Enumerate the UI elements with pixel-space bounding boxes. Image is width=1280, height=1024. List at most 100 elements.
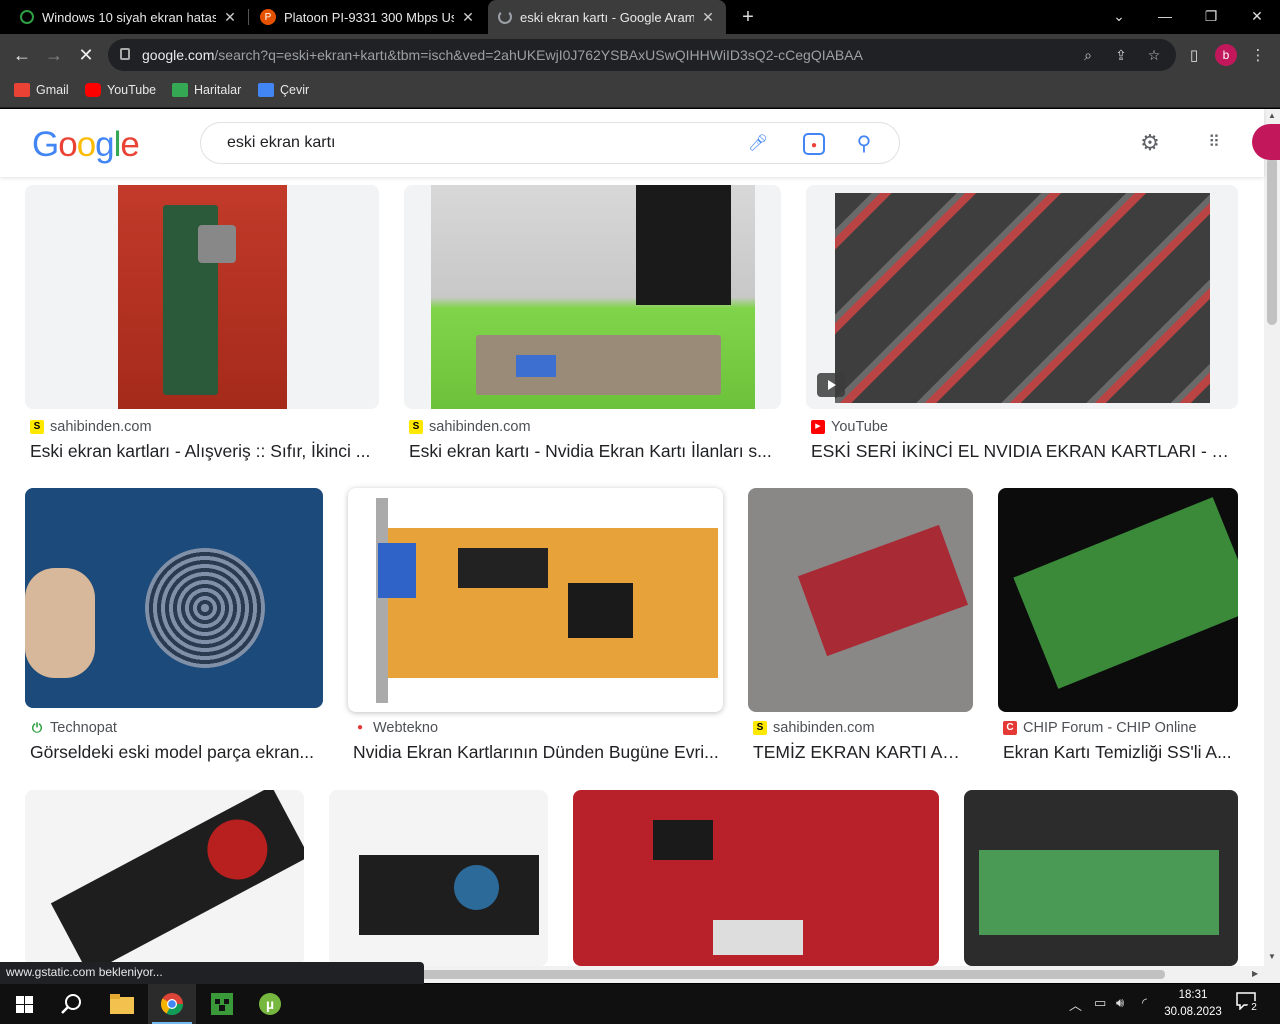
- close-tab-icon[interactable]: ✕: [460, 9, 476, 26]
- utorrent-icon[interactable]: µ: [246, 984, 294, 1024]
- result-thumbnail[interactable]: [964, 790, 1238, 966]
- close-window-button[interactable]: ✕: [1234, 0, 1280, 34]
- notifications-icon[interactable]: 2: [1236, 992, 1261, 1016]
- result-title[interactable]: Görseldeki eski model parça ekran...: [30, 742, 320, 763]
- sahibinden-icon: S: [30, 420, 44, 434]
- taskbar-clock[interactable]: 18:31 30.08.2023: [1160, 987, 1226, 1021]
- label-sticker: [713, 920, 803, 955]
- result-title[interactable]: Eski ekran kartları - Alışveriş :: Sıfır…: [30, 441, 375, 462]
- bookmark-label: Çevir: [280, 83, 310, 97]
- result-card[interactable]: [329, 790, 548, 966]
- result-thumbnail[interactable]: [329, 790, 548, 966]
- scrollbar-thumb[interactable]: [400, 970, 1165, 979]
- search-input[interactable]: eski ekran kartı: [227, 134, 335, 152]
- bookmark-star-icon[interactable]: ☆: [1144, 45, 1164, 65]
- menu-kebab-icon[interactable]: ⋮: [1248, 46, 1268, 66]
- graphics-card-photo: [118, 185, 287, 409]
- result-card[interactable]: [25, 790, 304, 966]
- result-title[interactable]: Nvidia Ekran Kartlarının Dünden Bugüne E…: [353, 742, 721, 763]
- result-title[interactable]: TEMİZ EKRAN KARTI AM...: [753, 742, 971, 763]
- result-title[interactable]: Ekran Kartı Temizliği SS'li A...: [1003, 742, 1235, 763]
- result-title[interactable]: ESKİ SERİ İKİNCİ EL NVIDIA EKRAN KARTLAR…: [811, 441, 1231, 462]
- result-card[interactable]: [964, 790, 1238, 966]
- zoom-icon[interactable]: ⌕: [1078, 45, 1098, 65]
- search-box[interactable]: eski ekran kartı 🎤︎ ● ⚲: [200, 122, 900, 164]
- lock-icon[interactable]: [120, 48, 130, 60]
- graphics-card-photo: [431, 185, 755, 409]
- forward-arrow-icon[interactable]: →: [40, 41, 68, 69]
- microphone-icon[interactable]: 🎤︎: [747, 133, 769, 155]
- logo-letter: G: [32, 125, 59, 164]
- bookmark-youtube[interactable]: YouTube: [85, 83, 156, 97]
- tab-search-dropdown-icon[interactable]: ⌄: [1096, 0, 1142, 34]
- bookmark-gmail[interactable]: Gmail: [14, 83, 69, 97]
- result-card[interactable]: C CHIP Forum - CHIP Online Ekran Kartı Te…: [998, 488, 1238, 778]
- bookmark-translate[interactable]: Çevir: [258, 83, 309, 97]
- notification-count: 2: [1247, 1001, 1261, 1015]
- result-thumbnail[interactable]: [348, 488, 723, 712]
- google-images-page: Google eski ekran kartı 🎤︎ ● ⚲ ⚙ ⠿ Ssahi…: [0, 109, 1280, 966]
- scroll-up-icon[interactable]: ▲: [1268, 111, 1276, 120]
- scrollbar-thumb[interactable]: [1267, 157, 1277, 325]
- volume-icon[interactable]: 🔊︎: [1116, 995, 1124, 1011]
- browser-toolbar: ← → ✕ google.com/search?q=eski+ekran+kar…: [0, 34, 1280, 76]
- result-card[interactable]: Ssahibinden.com TEMİZ EKRAN KARTI AM...: [748, 488, 973, 778]
- windows-start-icon[interactable]: [0, 984, 48, 1024]
- result-card[interactable]: Ssahibinden.com Eski ekran kartları - Al…: [25, 185, 379, 475]
- result-card[interactable]: ● Webtekno Nvidia Ekran Kartlarının Dünde…: [348, 488, 723, 778]
- battery-icon[interactable]: ▭: [1094, 995, 1106, 1011]
- file-explorer-icon[interactable]: [98, 984, 146, 1024]
- tab-platoon[interactable]: P Platoon PI-9331 300 Mbps Usb W ✕: [250, 0, 486, 34]
- settings-gear-icon[interactable]: ⚙: [1136, 129, 1164, 157]
- vertical-scrollbar[interactable]: ▲ ▼: [1264, 109, 1280, 966]
- network-icon[interactable]: ◜: [1142, 995, 1147, 1011]
- graphics-card-photo: [388, 528, 718, 678]
- technopat-power-icon: ⏻: [31, 720, 43, 735]
- result-thumbnail[interactable]: [573, 790, 939, 966]
- result-card[interactable]: ⏻ Technopat Görseldeki eski model parça e…: [25, 488, 323, 778]
- close-tab-icon[interactable]: ✕: [700, 9, 716, 26]
- bookmark-label: Gmail: [36, 83, 69, 97]
- side-panel-icon[interactable]: ▯: [1184, 46, 1204, 66]
- profile-avatar[interactable]: b: [1215, 44, 1237, 66]
- account-avatar[interactable]: [1252, 124, 1280, 160]
- result-title[interactable]: Eski ekran kartı - Nvidia Ekran Kartı İl…: [409, 441, 777, 462]
- result-thumbnail[interactable]: [404, 185, 781, 409]
- result-thumbnail[interactable]: [25, 488, 323, 708]
- tab-separator: [248, 9, 249, 25]
- restore-button[interactable]: ❐: [1188, 0, 1234, 34]
- address-bar[interactable]: google.com/search?q=eski+ekran+kartı&tbm…: [108, 39, 1176, 71]
- result-thumbnail[interactable]: [25, 185, 379, 409]
- result-thumbnail[interactable]: [748, 488, 973, 712]
- scroll-right-icon[interactable]: ▶: [1252, 969, 1258, 978]
- result-thumbnail[interactable]: [25, 790, 304, 966]
- google-header: Google eski ekran kartı 🎤︎ ● ⚲ ⚙ ⠿: [0, 109, 1280, 177]
- search-icon[interactable]: ⚲: [853, 133, 875, 155]
- stop-loading-icon[interactable]: ✕: [72, 41, 100, 69]
- lens-camera-icon[interactable]: ●: [803, 133, 825, 155]
- tab-google-search[interactable]: eski ekran kartı - Google Arama ✕: [488, 0, 726, 34]
- result-card[interactable]: ▶ YouTube ESKİ SERİ İKİNCİ EL NVIDIA EKRA…: [806, 185, 1238, 475]
- google-logo[interactable]: Google: [32, 125, 140, 165]
- minimize-button[interactable]: —: [1142, 0, 1188, 34]
- scroll-down-icon[interactable]: ▼: [1268, 952, 1276, 961]
- result-source: ⏻ Technopat: [31, 720, 117, 736]
- back-arrow-icon[interactable]: ←: [8, 41, 36, 69]
- result-card[interactable]: [573, 790, 939, 966]
- close-tab-icon[interactable]: ✕: [222, 9, 238, 26]
- result-thumbnail[interactable]: [998, 488, 1238, 712]
- show-hidden-icons-chevron-icon[interactable]: ︿: [1069, 995, 1082, 1014]
- new-tab-button[interactable]: +: [735, 4, 761, 30]
- apps-grid-icon[interactable]: ⠿: [1199, 129, 1227, 157]
- video-play-icon: [817, 373, 845, 397]
- bookmark-maps[interactable]: Haritalar: [172, 83, 241, 97]
- tab-technopat[interactable]: Windows 10 siyah ekran hatası | T ✕: [10, 0, 248, 34]
- minecraft-icon[interactable]: [198, 984, 246, 1024]
- result-card[interactable]: Ssahibinden.com Eski ekran kartı - Nvidi…: [404, 185, 781, 475]
- result-source: Ssahibinden.com: [753, 720, 875, 736]
- chrome-icon[interactable]: [148, 984, 196, 1024]
- search-icon[interactable]: [48, 984, 96, 1024]
- url-text[interactable]: google.com/search?q=eski+ekran+kartı&tbm…: [142, 47, 863, 63]
- share-icon[interactable]: ⇪: [1111, 45, 1131, 65]
- result-thumbnail[interactable]: [806, 185, 1238, 409]
